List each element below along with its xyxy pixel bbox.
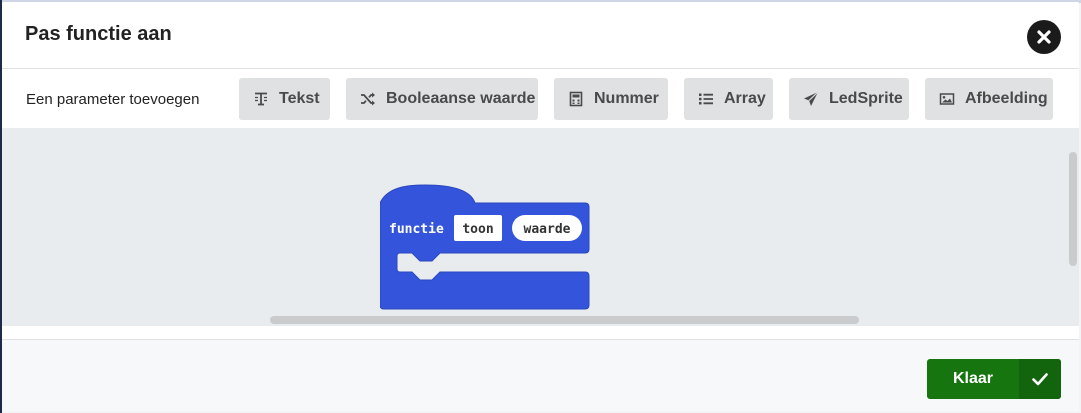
- image-parameter-label: Afbeelding: [965, 90, 1048, 107]
- list-icon: [698, 91, 714, 107]
- add-number-parameter-button[interactable]: Nummer: [554, 78, 668, 120]
- function-keyword: functie: [389, 222, 444, 237]
- horizontal-scrollbar[interactable]: [270, 316, 859, 324]
- dialog-header: Pas functie aan: [2, 2, 1079, 69]
- ledsprite-parameter-label: LedSprite: [829, 90, 903, 107]
- close-button[interactable]: [1027, 20, 1061, 54]
- add-parameter-label: Een parameter toevoegen: [26, 91, 200, 108]
- add-ledsprite-parameter-button[interactable]: LedSprite: [789, 78, 909, 120]
- add-image-parameter-button[interactable]: Afbeelding: [925, 78, 1053, 120]
- function-name[interactable]: toon: [462, 222, 493, 237]
- boolean-parameter-label: Booleaanse waarde: [386, 90, 536, 107]
- calculator-icon: [568, 91, 584, 107]
- add-boolean-parameter-button[interactable]: Booleaanse waarde: [346, 78, 538, 120]
- add-text-parameter-button[interactable]: Tekst: [239, 78, 330, 120]
- parameter-toolbar: Een parameter toevoegen Tekst Booleaanse…: [2, 69, 1079, 128]
- block-workspace[interactable]: functie toon waarde: [2, 128, 1079, 326]
- dialog-footer: Klaar: [2, 339, 1079, 411]
- send-icon: [803, 91, 819, 107]
- parameter-name[interactable]: waarde: [524, 222, 571, 237]
- vertical-scrollbar[interactable]: [1069, 152, 1077, 266]
- checkmark-icon: [1019, 359, 1061, 399]
- edit-function-dialog: Pas functie aan Een parameter toevoegen …: [2, 2, 1079, 411]
- done-button-label: Klaar: [952, 370, 994, 387]
- array-parameter-label: Array: [724, 90, 766, 107]
- text-icon: [253, 91, 269, 107]
- number-parameter-label: Nummer: [594, 90, 659, 107]
- function-definition-block[interactable]: functie toon waarde: [379, 183, 595, 318]
- function-block-shape[interactable]: [379, 184, 590, 310]
- text-parameter-label: Tekst: [279, 90, 320, 107]
- close-icon: [1037, 30, 1051, 44]
- image-icon: [939, 91, 955, 107]
- dialog-title: Pas functie aan: [25, 23, 172, 45]
- done-button[interactable]: Klaar: [927, 359, 1061, 399]
- add-array-parameter-button[interactable]: Array: [684, 78, 773, 120]
- shuffle-icon: [360, 91, 376, 107]
